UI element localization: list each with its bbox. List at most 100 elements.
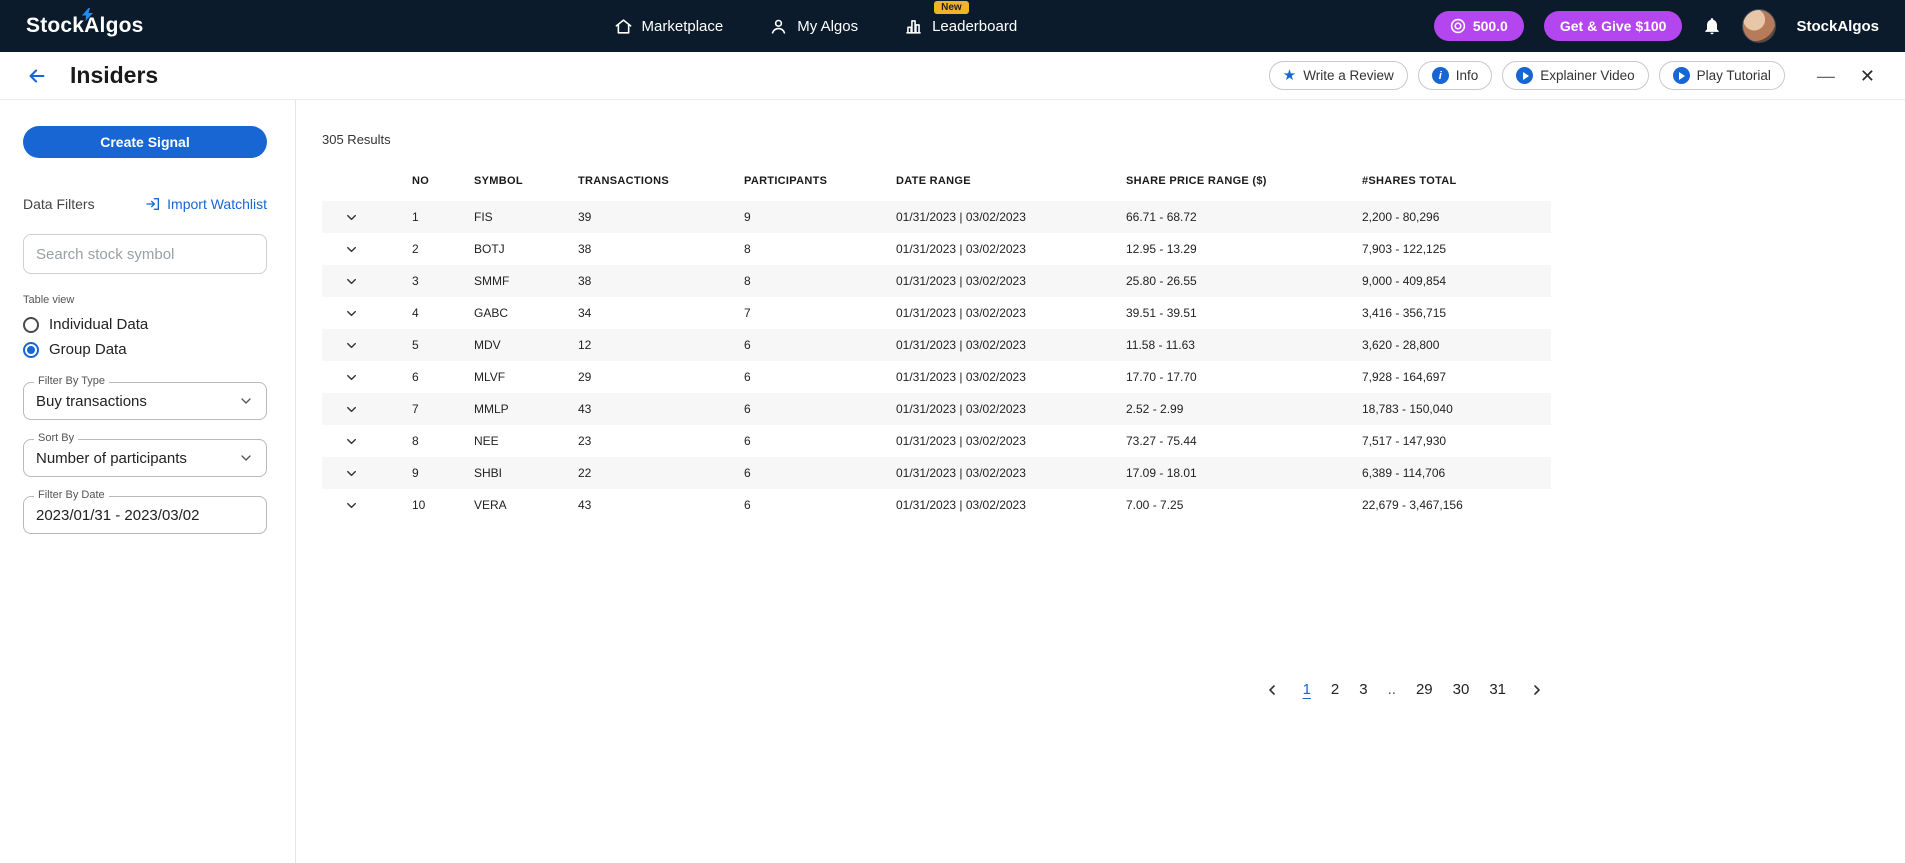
- star-icon: ★: [1282, 67, 1297, 84]
- cell-symbol: NEE: [474, 434, 499, 448]
- write-review-button[interactable]: ★ Write a Review: [1268, 61, 1408, 90]
- page-title: Insiders: [70, 62, 159, 88]
- expand-row-button[interactable]: [322, 210, 412, 225]
- pagination-page[interactable]: 1: [1300, 679, 1314, 700]
- chevron-down-icon: [347, 214, 356, 220]
- pagination-page[interactable]: ..: [1385, 679, 1399, 700]
- credits-pill[interactable]: 500.0: [1433, 11, 1524, 41]
- pagination: 1 2 3.. 29 30 31: [322, 679, 1551, 700]
- cell-share-price-range: 25.80 - 26.55: [1126, 274, 1197, 288]
- radio-icon: [23, 341, 39, 358]
- table-row[interactable]: 10 VERA 43 6 01/31/2023 | 03/02/2023 7.0…: [322, 489, 1551, 521]
- pagination-page[interactable]: 29: [1413, 679, 1436, 700]
- cell-transactions: 38: [578, 242, 592, 256]
- radio-label: Individual Data: [49, 316, 149, 333]
- field-label: Filter By Type: [34, 375, 110, 387]
- expand-row-button[interactable]: [322, 370, 412, 385]
- expand-row-button[interactable]: [322, 242, 412, 257]
- cell-symbol: MMLP: [474, 402, 509, 416]
- table-row[interactable]: 3 SMMF 38 8 01/31/2023 | 03/02/2023 25.8…: [322, 265, 1551, 297]
- info-button[interactable]: i Info: [1417, 61, 1493, 90]
- nav-item-my-algos[interactable]: My Algos: [769, 17, 858, 36]
- cell-shares-total: 18,783 - 150,040: [1362, 402, 1453, 416]
- brand-logo[interactable]: StockAlgos: [26, 8, 144, 38]
- cell-shares-total: 7,903 - 122,125: [1362, 242, 1447, 256]
- explainer-video-button[interactable]: Explainer Video: [1502, 61, 1649, 90]
- create-signal-button[interactable]: Create Signal: [23, 126, 267, 158]
- pagination-page[interactable]: 2: [1328, 679, 1342, 700]
- get-and-give-button[interactable]: Get & Give $100: [1543, 11, 1683, 41]
- radio-individual-data[interactable]: Individual Data: [23, 316, 267, 333]
- table-row[interactable]: 7 MMLP 43 6 01/31/2023 | 03/02/2023 2.52…: [322, 393, 1551, 425]
- filter-by-date-input[interactable]: Filter By Date 2023/01/31 - 2023/03/02: [23, 489, 267, 534]
- cell-no: 6: [412, 370, 419, 384]
- user-avatar[interactable]: [1742, 9, 1777, 43]
- table-row[interactable]: 4 GABC 34 7 01/31/2023 | 03/02/2023 39.5…: [322, 297, 1551, 329]
- cell-transactions: 38: [578, 274, 592, 288]
- table-row[interactable]: 9 SHBI 22 6 01/31/2023 | 03/02/2023 17.0…: [322, 457, 1551, 489]
- expand-row-button[interactable]: [322, 466, 412, 481]
- expand-row-button[interactable]: [322, 306, 412, 321]
- chevron-down-icon: [347, 470, 356, 476]
- table-row[interactable]: 1 FIS 39 9 01/31/2023 | 03/02/2023 66.71…: [322, 201, 1551, 233]
- cell-shares-total: 9,000 - 409,854: [1362, 274, 1447, 288]
- pagination-page[interactable]: 3: [1356, 679, 1370, 700]
- back-button[interactable]: [26, 65, 48, 87]
- filter-by-type-select[interactable]: Filter By Type Buy transactions: [23, 375, 267, 420]
- expand-row-button[interactable]: [322, 434, 412, 449]
- previous-page-button[interactable]: [1258, 682, 1286, 698]
- table-row[interactable]: 5 MDV 12 6 01/31/2023 | 03/02/2023 11.58…: [322, 329, 1551, 361]
- action-label: Explainer Video: [1540, 68, 1635, 83]
- new-badge: New: [934, 0, 969, 14]
- close-button[interactable]: ✕: [1856, 63, 1879, 89]
- pagination-page[interactable]: 31: [1486, 679, 1509, 700]
- import-watchlist-link[interactable]: Import Watchlist: [145, 196, 267, 212]
- next-page-button[interactable]: [1523, 682, 1551, 698]
- nav-item-leaderboard[interactable]: New Leaderboard: [904, 0, 1017, 36]
- cta-label: Get & Give $100: [1559, 18, 1667, 34]
- cell-participants: 7: [744, 306, 751, 320]
- cell-participants: 6: [744, 338, 751, 352]
- field-value: Buy transactions: [36, 392, 147, 410]
- expand-row-button[interactable]: [322, 402, 412, 417]
- column-header-participants: PARTICIPANTS: [744, 175, 828, 187]
- cell-date-range: 01/31/2023 | 03/02/2023: [896, 242, 1026, 256]
- radio-icon: [23, 316, 39, 333]
- import-icon: [146, 198, 160, 210]
- table-row[interactable]: 2 BOTJ 38 8 01/31/2023 | 03/02/2023 12.9…: [322, 233, 1551, 265]
- expand-row-button[interactable]: [322, 274, 412, 289]
- cell-no: 4: [412, 306, 419, 320]
- sort-by-select[interactable]: Sort By Number of participants: [23, 432, 267, 477]
- cell-date-range: 01/31/2023 | 03/02/2023: [896, 210, 1026, 224]
- column-header-share-price-range: SHARE PRICE RANGE ($): [1126, 175, 1267, 187]
- nav-item-marketplace[interactable]: Marketplace: [614, 17, 723, 36]
- chevron-down-icon: [347, 502, 356, 508]
- chevron-down-icon: [347, 246, 356, 252]
- table-row[interactable]: 6 MLVF 29 6 01/31/2023 | 03/02/2023 17.7…: [322, 361, 1551, 393]
- expand-row-button[interactable]: [322, 498, 412, 513]
- person-icon: [772, 19, 786, 34]
- cell-participants: 6: [744, 466, 751, 480]
- cell-symbol: SHBI: [474, 466, 503, 480]
- home-icon: [615, 18, 631, 34]
- play-tutorial-button[interactable]: Play Tutorial: [1658, 61, 1785, 90]
- field-value: 2023/01/31 - 2023/03/02: [36, 506, 200, 524]
- table-row[interactable]: 8 NEE 23 6 01/31/2023 | 03/02/2023 73.27…: [322, 425, 1551, 457]
- minimize-button[interactable]: —: [1813, 63, 1838, 89]
- chevron-down-icon: [347, 342, 356, 348]
- cell-shares-total: 7,928 - 164,697: [1362, 370, 1447, 384]
- expand-row-button[interactable]: [322, 338, 412, 353]
- notifications-bell[interactable]: [1702, 16, 1722, 36]
- bar-chart-icon: [906, 19, 921, 34]
- cell-participants: 8: [744, 274, 751, 288]
- results-count: 305 Results: [322, 132, 391, 147]
- cell-shares-total: 7,517 - 147,930: [1362, 434, 1447, 448]
- cell-share-price-range: 66.71 - 68.72: [1126, 210, 1197, 224]
- info-icon: i: [1431, 67, 1449, 84]
- chevron-down-icon: [347, 310, 356, 316]
- radio-group-data[interactable]: Group Data: [23, 341, 267, 358]
- chevron-down-icon: [347, 406, 356, 412]
- cell-no: 3: [412, 274, 419, 288]
- pagination-page[interactable]: 30: [1450, 679, 1473, 700]
- search-input[interactable]: [23, 234, 267, 274]
